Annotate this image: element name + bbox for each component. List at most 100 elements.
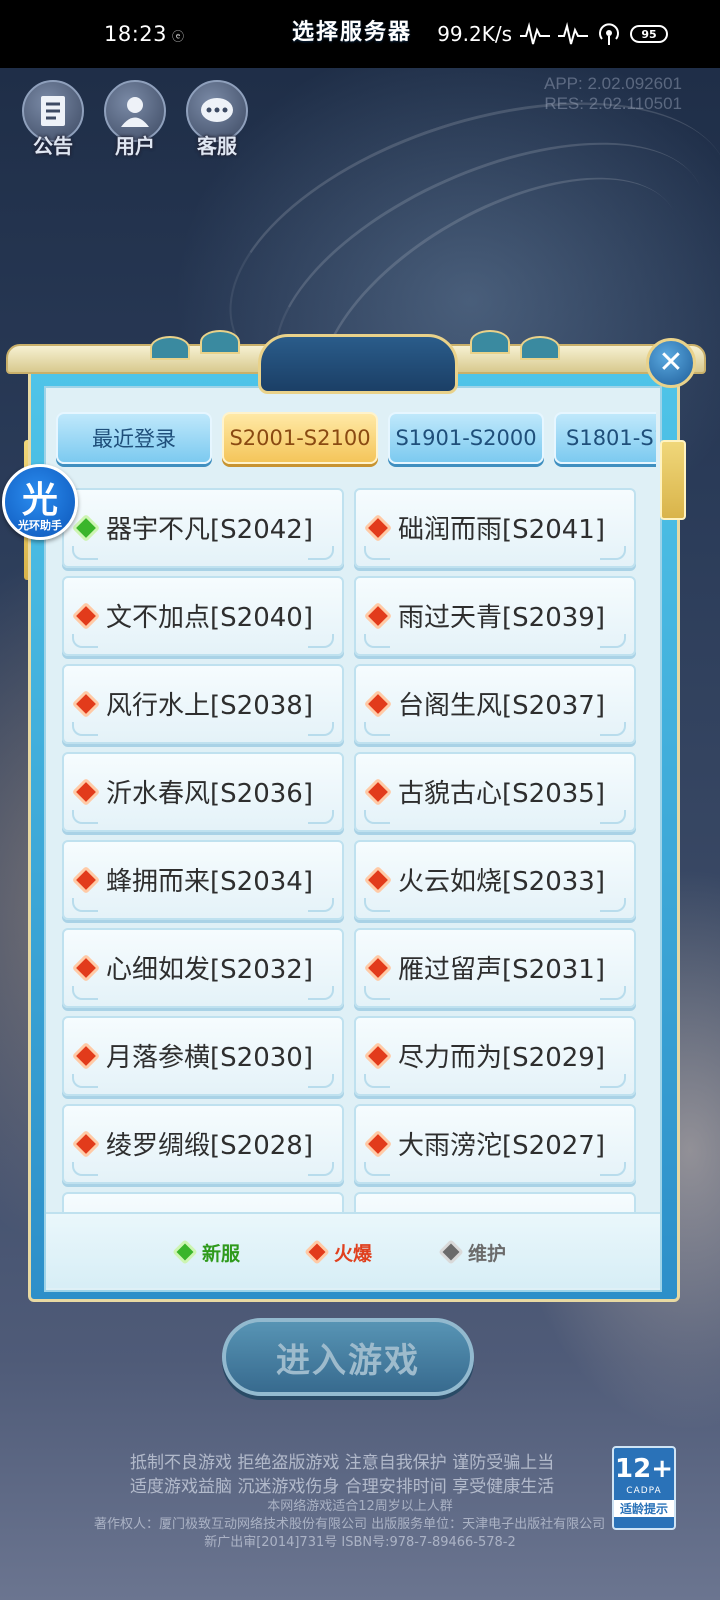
helper-floating-button[interactable]: 光 光环助手 — [2, 464, 78, 540]
hot-status-icon — [304, 1239, 330, 1265]
server-name: 心细如发[S2032] — [106, 955, 313, 985]
hot-status-icon — [363, 513, 393, 543]
server-range-tabs: 最近登录 S2001-S2100 S1901-S2000 S1801-S1900 — [56, 412, 656, 468]
server-name: 古貌古心[S2035] — [398, 779, 605, 809]
legend-label: 新服 — [202, 1242, 241, 1265]
hot-status-icon — [71, 865, 101, 895]
server-name: 器宇不凡[S2042] — [106, 515, 313, 545]
hot-status-icon — [363, 689, 393, 719]
server-name: 尽力而为[S2029] — [398, 1043, 605, 1073]
age-rating-tip: 适龄提示 — [614, 1500, 674, 1517]
leaf-ornament — [200, 330, 240, 354]
status-right: 99.2K/s 95 — [437, 21, 668, 47]
tab-s1901-s2000[interactable]: S1901-S2000 — [388, 412, 544, 464]
server-item[interactable] — [354, 1192, 636, 1212]
panel-title: 选择服务器 — [291, 20, 412, 45]
footer-line: 新广出审[2014]731号 ISBN号:978-7-89466-578-2 — [204, 1535, 516, 1550]
server-item[interactable]: 蜂拥而来[S2034] — [62, 840, 344, 920]
close-button[interactable]: ✕ — [646, 338, 696, 388]
server-name: 绫罗绸缎[S2028] — [106, 1131, 313, 1161]
panel-ornament-right — [660, 440, 686, 520]
user-button[interactable]: 用户 — [102, 80, 168, 160]
maint-status-icon — [438, 1239, 464, 1265]
server-name: 风行水上[S2038] — [106, 691, 313, 721]
notice-button[interactable]: 公告 — [20, 80, 86, 160]
server-item[interactable]: 雁过留声[S2031] — [354, 928, 636, 1008]
leaf-ornament — [520, 336, 560, 360]
signal-icon — [520, 22, 550, 45]
server-item[interactable]: 月落参横[S2030] — [62, 1016, 344, 1096]
signal-icon — [558, 22, 588, 45]
tab-s1801-s1900[interactable]: S1801-S1900 — [554, 412, 656, 464]
server-list: 器宇不凡[S2042] 础润而雨[S2041] 文不加点[S2040] 雨过天青[S2… — [62, 488, 638, 1212]
legend-item-new: 新服 — [172, 1214, 241, 1290]
server-item[interactable]: 大雨滂沱[S2027] — [354, 1104, 636, 1184]
status-notification-icon: ⓔ — [172, 29, 185, 44]
footer-line: 著作权人：厦门极致互动网络技术股份有限公司 出版服务单位：天津电子出版社有限公司 — [94, 1517, 606, 1532]
new-status-icon — [71, 513, 101, 543]
helper-label: 光环助手 — [18, 519, 62, 532]
app-version: APP: 2.02.092601 — [543, 74, 682, 93]
server-item[interactable]: 文不加点[S2040] — [62, 576, 344, 656]
leaf-ornament — [150, 336, 190, 360]
helper-logo: 光 — [21, 480, 58, 521]
footer-line: 抵制不良游戏 拒绝盗版游戏 注意自我保护 谨防受骗上当 — [130, 1453, 555, 1473]
server-name: 沂水春风[S2036] — [106, 779, 313, 809]
hot-status-icon — [363, 601, 393, 631]
hot-status-icon — [71, 953, 101, 983]
hotspot-icon — [599, 23, 619, 45]
battery-icon: 95 — [630, 25, 668, 43]
hot-status-icon — [71, 1041, 101, 1071]
hot-status-icon — [71, 601, 101, 631]
hot-status-icon — [71, 777, 101, 807]
new-status-icon — [172, 1239, 198, 1265]
server-name: 台阁生风[S2037] — [398, 691, 605, 721]
server-name: 文不加点[S2040] — [106, 603, 313, 633]
user-label: 用户 — [115, 134, 155, 158]
server-name: 火云如烧[S2033] — [398, 867, 605, 897]
server-item[interactable]: 风行水上[S2038] — [62, 664, 344, 744]
panel-header — [6, 334, 706, 394]
legend-label: 维护 — [468, 1242, 507, 1265]
server-item[interactable]: 器宇不凡[S2042] — [62, 488, 344, 568]
enter-game-button[interactable]: 进入游戏 — [222, 1318, 474, 1396]
res-version: RES: 2.02.110501 — [544, 94, 682, 113]
server-name: 月落参横[S2030] — [106, 1043, 313, 1073]
status-time: 18:23 — [104, 22, 168, 46]
leaf-ornament — [470, 330, 510, 354]
server-name: 大雨滂沱[S2027] — [398, 1131, 605, 1161]
server-item[interactable]: 火云如烧[S2033] — [354, 840, 636, 920]
hot-status-icon — [363, 953, 393, 983]
status-legend: 新服 火爆 维护 — [46, 1212, 660, 1288]
server-name: 蜂拥而来[S2034] — [106, 867, 313, 897]
hot-status-icon — [71, 1129, 101, 1159]
legend-label: 火爆 — [334, 1242, 373, 1265]
server-item[interactable]: 绫罗绸缎[S2028] — [62, 1104, 344, 1184]
server-item[interactable]: 沂水春风[S2036] — [62, 752, 344, 832]
server-name: 础润而雨[S2041] — [398, 515, 605, 545]
server-item[interactable] — [62, 1192, 344, 1212]
server-name: 雨过天青[S2039] — [398, 603, 605, 633]
tab-recent-login[interactable]: 最近登录 — [56, 412, 212, 464]
server-item[interactable]: 雨过天青[S2039] — [354, 576, 636, 656]
server-item[interactable]: 础润而雨[S2041] — [354, 488, 636, 568]
age-rating: 12+ — [615, 1454, 673, 1484]
server-item[interactable]: 古貌古心[S2035] — [354, 752, 636, 832]
header-title-bg — [258, 334, 458, 394]
age-rating-org: CADPA — [626, 1486, 662, 1496]
server-name: 雁过留声[S2031] — [398, 955, 605, 985]
support-button[interactable]: 客服 — [184, 80, 250, 160]
server-item[interactable]: 尽力而为[S2029] — [354, 1016, 636, 1096]
server-item[interactable]: 心细如发[S2032] — [62, 928, 344, 1008]
hot-status-icon — [363, 865, 393, 895]
version-info: APP: 2.02.092601 RES: 2.02.110501 — [544, 74, 682, 114]
tab-s2001-s2100[interactable]: S2001-S2100 — [222, 412, 378, 464]
age-rating-badge: 12+ CADPA 适龄提示 — [612, 1446, 676, 1530]
hot-status-icon — [363, 1129, 393, 1159]
hot-status-icon — [363, 1041, 393, 1071]
legend-item-maint: 维护 — [438, 1214, 507, 1290]
server-item[interactable]: 台阁生风[S2037] — [354, 664, 636, 744]
notice-label: 公告 — [33, 134, 73, 158]
support-label: 客服 — [197, 134, 237, 158]
hot-status-icon — [71, 689, 101, 719]
